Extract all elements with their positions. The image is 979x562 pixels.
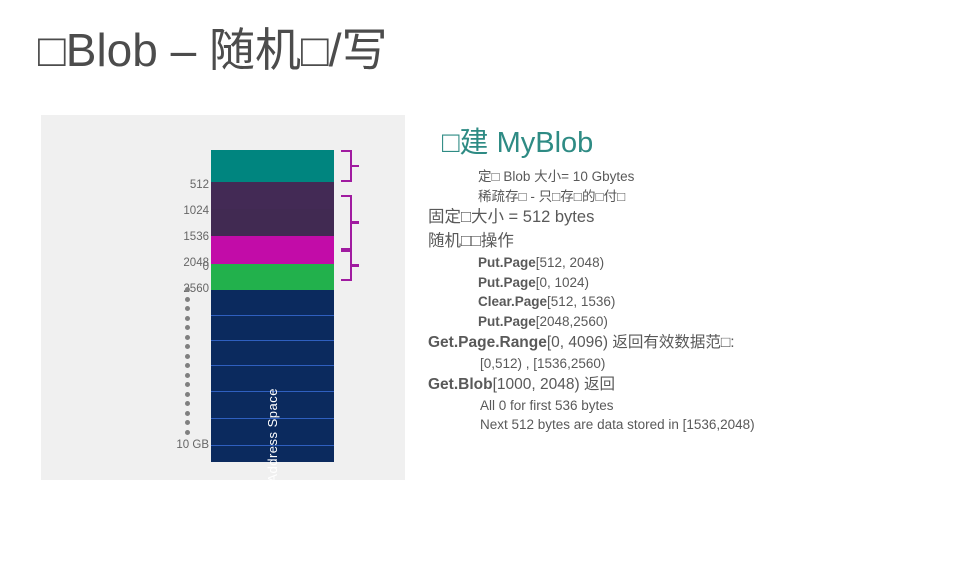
ellipsis-dots [184,287,191,435]
content-line-9: [0,512) , [1536,2560) [480,355,606,371]
api-name-5: Put.Page [478,274,536,290]
addr-block-2048-2560 [211,264,334,290]
addr-block-512-1024 [211,182,334,209]
addr-block-2560-end [211,290,334,462]
content-line-4: Put.Page[512, 2048) [478,253,963,273]
api-name-6: Clear.Page [478,294,548,310]
brace-group [339,115,363,480]
content-line-0: 定□ Blob 大小= 10 Gbytes [478,168,635,184]
content-line-6: Clear.Page[512, 1536) [478,292,963,312]
brace-0-512 [341,150,359,182]
navy-divider-lines [211,290,334,462]
brace-1024-2048 [341,195,359,250]
api-name-10: Get.Blob [428,375,493,393]
address-space-diagram: 0 512 1024 1536 2048 2560 10 GB Address … [41,115,405,483]
api-name-7: Put.Page [478,314,536,330]
api-args-10: [1000, 2048) 返回 [492,375,615,393]
api-args-8: [0, 4096) 返回有效数据范□: [546,333,735,351]
api-args-7: [2048,2560) [535,314,608,330]
api-name-4: Put.Page [478,255,536,271]
brace-2048-2560 [341,250,359,281]
content-line-11: All 0 for first 536 bytes [480,397,614,413]
content-line-5: Put.Page[0, 1024) [478,273,963,293]
addr-block-0-512 [211,150,334,182]
api-args-6: [512, 1536) [547,294,616,310]
content-line-12: Next 512 bytes are data stored in [1536,… [480,417,755,433]
address-space-bar: Address Space [211,150,334,562]
api-args-4: [512, 2048) [535,255,605,271]
content-heading: □建 MyBlob [442,127,594,159]
content-line-10: Get.Blob[1000, 2048) 返回 [428,374,963,396]
offset-label-2048: 2048 [183,257,209,269]
addr-block-1024-1536 [211,209,334,236]
content-line-7: Put.Page[2048,2560) [478,312,963,332]
content-line-2: 固定□大小 = 512 bytes [428,208,595,227]
offset-label-512: 512 [189,179,209,191]
addr-block-1536-2048 [211,236,334,264]
content-line-list: 定□ Blob 大小= 10 Gbytes 稀疏存□ - 只□存□的□付□ 固定□大… [428,167,963,435]
content-line-8: Get.Page.Range[0, 4096) 返回有效数据范□: [428,332,963,354]
offset-label-1024: 1024 [183,205,209,217]
api-args-5: [0, 1024) [535,274,590,290]
offset-label-10gb: 10 GB [176,439,209,451]
page-title: □Blob – 随机□/写 [38,24,388,76]
content-line-3: 随机□□操作 [428,231,514,250]
content-line-1: 稀疏存□ - 只□存□的□付□ [478,188,626,204]
offset-label-1536: 1536 [183,231,209,243]
content-panel: □建 MyBlob 定□ Blob 大小= 10 Gbytes 稀疏存□ - 只□… [428,126,963,435]
api-name-8: Get.Page.Range [428,333,547,351]
